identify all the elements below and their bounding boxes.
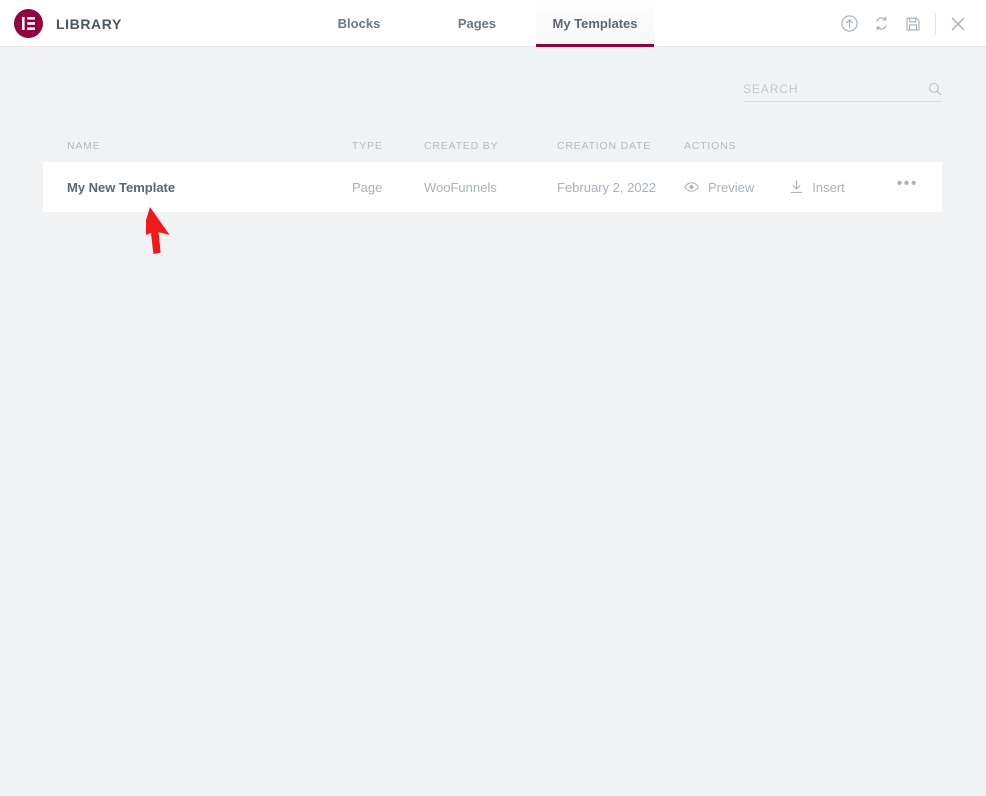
cell-created-by: WooFunnels: [424, 179, 497, 195]
tab-blocks[interactable]: Blocks: [300, 0, 418, 47]
row-actions: Preview Insert •••: [684, 176, 918, 198]
cell-creation-date: February 2, 2022: [557, 179, 657, 195]
table-header-row: NAME TYPE CREATED BY CREATION DATE ACTIO…: [43, 130, 942, 162]
column-header-actions: ACTIONS: [684, 140, 737, 152]
eye-icon: [684, 181, 699, 193]
insert-label: Insert: [812, 179, 845, 195]
search-input[interactable]: [743, 81, 913, 96]
column-header-created-by: CREATED BY: [424, 140, 499, 152]
upload-circle-icon[interactable]: [833, 8, 865, 40]
tab-pages[interactable]: Pages: [418, 0, 536, 47]
close-icon[interactable]: [942, 8, 974, 40]
preview-template-button[interactable]: Preview: [684, 180, 754, 195]
cell-template-name: My New Template: [67, 179, 176, 195]
tab-my-templates[interactable]: My Templates: [536, 0, 654, 47]
table-row[interactable]: My New Template Page WooFunnels February…: [43, 162, 942, 212]
column-header-creation-date: CREATION DATE: [557, 140, 652, 152]
brand: LIBRARY: [14, 9, 122, 38]
insert-template-button[interactable]: Insert: [790, 180, 845, 195]
elementor-logo-icon: [14, 9, 43, 38]
library-tabs: Blocks Pages My Templates: [300, 0, 654, 47]
column-header-type: TYPE: [352, 140, 383, 152]
column-header-name: NAME: [67, 140, 101, 152]
search-field[interactable]: [743, 76, 942, 102]
row-more-options-button[interactable]: •••: [897, 176, 918, 198]
search-icon[interactable]: [928, 82, 942, 96]
header-divider: [935, 12, 936, 35]
cell-template-type: Page: [352, 179, 383, 195]
preview-label: Preview: [708, 179, 755, 195]
download-icon: [790, 180, 803, 194]
library-header: LIBRARY Blocks Pages My Templates: [0, 0, 986, 47]
templates-table: NAME TYPE CREATED BY CREATION DATE ACTIO…: [43, 130, 942, 212]
sync-icon[interactable]: [865, 8, 897, 40]
page-title: LIBRARY: [56, 15, 122, 32]
header-actions: [833, 0, 974, 47]
annotation-arrow-cursor: [146, 207, 170, 255]
save-floppy-icon[interactable]: [897, 8, 929, 40]
